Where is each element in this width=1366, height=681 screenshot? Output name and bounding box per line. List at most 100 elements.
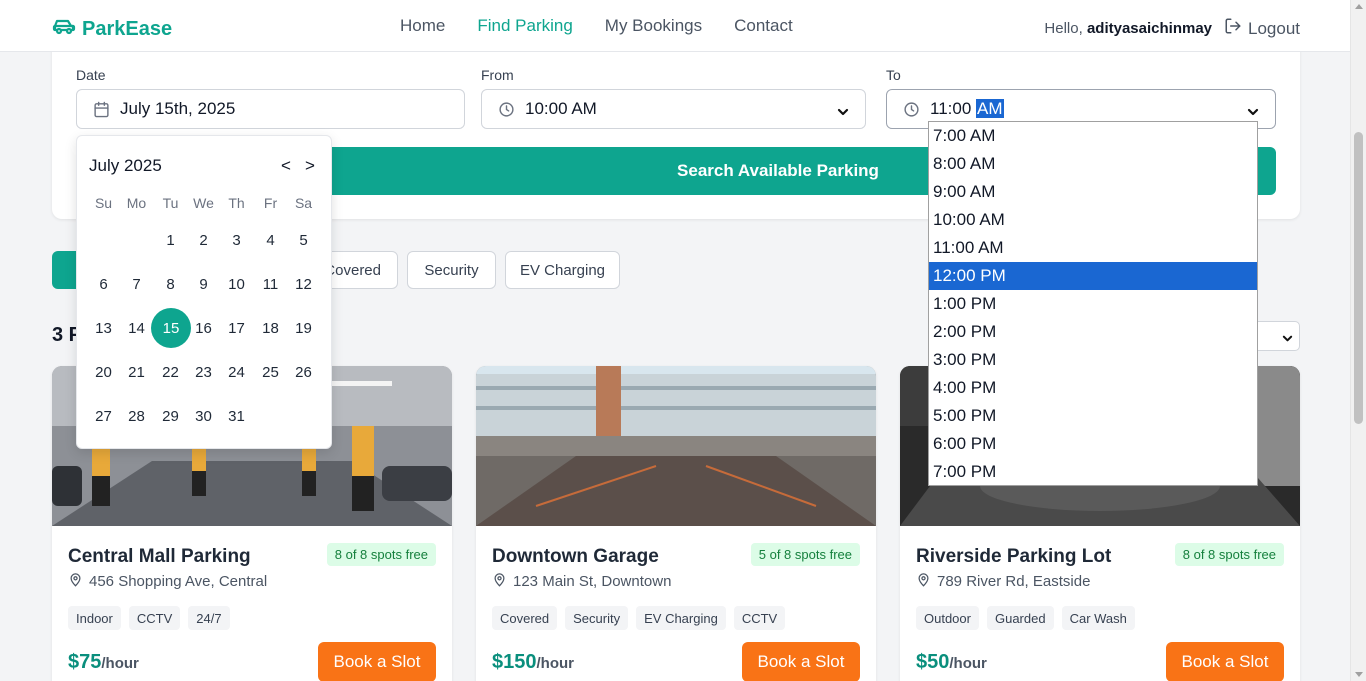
weekday-header: Mo bbox=[126, 195, 147, 211]
calendar-day[interactable]: 11 bbox=[254, 264, 287, 304]
calendar-day[interactable]: 14 bbox=[120, 308, 153, 348]
map-pin-icon bbox=[492, 572, 507, 591]
amenity-tag: CCTV bbox=[733, 606, 786, 630]
calendar-day[interactable]: 30 bbox=[187, 396, 220, 436]
brand-name: ParkEase bbox=[82, 17, 173, 40]
nav-home[interactable]: Home bbox=[400, 16, 445, 36]
clock-icon bbox=[903, 101, 920, 118]
calendar-day[interactable]: 21 bbox=[120, 352, 153, 392]
time-option[interactable]: 8:00 AM bbox=[929, 150, 1257, 178]
calendar-day[interactable]: 6 bbox=[87, 264, 120, 304]
calendar-day[interactable]: 29 bbox=[154, 396, 187, 436]
chevron-down-icon bbox=[837, 103, 849, 123]
calendar-day[interactable]: 12 bbox=[287, 264, 320, 304]
amenity-tag: EV Charging bbox=[636, 606, 726, 630]
book-slot-button[interactable]: Book a Slot bbox=[1166, 642, 1284, 681]
calendar-day[interactable]: 16 bbox=[187, 308, 220, 348]
car-icon bbox=[52, 14, 76, 44]
clock-icon bbox=[498, 101, 515, 118]
calendar-day[interactable]: 28 bbox=[120, 396, 153, 436]
price: $150/hour bbox=[492, 651, 574, 673]
calendar-icon bbox=[93, 101, 110, 118]
time-option[interactable]: 7:00 PM bbox=[929, 458, 1257, 486]
parking-address: 456 Shopping Ave, Central bbox=[68, 572, 267, 591]
time-option[interactable]: 5:00 PM bbox=[929, 402, 1257, 430]
time-option[interactable]: 2:00 PM bbox=[929, 318, 1257, 346]
filter-chip-ev-charging[interactable]: EV Charging bbox=[505, 251, 620, 289]
top-navbar: ParkEase Home Find Parking My Bookings C… bbox=[0, 0, 1350, 52]
chevron-down-icon bbox=[1247, 103, 1259, 123]
calendar-day[interactable]: 2 bbox=[187, 220, 220, 260]
calendar-day[interactable]: 19 bbox=[287, 308, 320, 348]
parking-card: Downtown Garage 5 of 8 spots free 123 Ma… bbox=[476, 366, 876, 681]
time-option[interactable]: 4:00 PM bbox=[929, 374, 1257, 402]
calendar-day[interactable]: 24 bbox=[220, 352, 253, 392]
user-area: Hello, adityasaichinmay Logout bbox=[1044, 17, 1300, 40]
weekday-header: Sa bbox=[294, 195, 313, 211]
weekday-header: Th bbox=[228, 195, 245, 211]
time-option[interactable]: 10:00 AM bbox=[929, 206, 1257, 234]
time-option[interactable]: 12:00 PM bbox=[929, 262, 1257, 290]
calendar-day[interactable]: 13 bbox=[87, 308, 120, 348]
time-option[interactable]: 6:00 PM bbox=[929, 430, 1257, 458]
calendar-day[interactable]: 3 bbox=[220, 220, 253, 260]
calendar-day[interactable]: 9 bbox=[187, 264, 220, 304]
calendar-day[interactable]: 4 bbox=[254, 220, 287, 260]
selected-text: AM bbox=[976, 99, 1004, 118]
nav-find-parking[interactable]: Find Parking bbox=[477, 16, 572, 36]
parking-name[interactable]: Central Mall Parking bbox=[68, 546, 251, 568]
weekday-header: Tu bbox=[162, 195, 179, 211]
calendar-day[interactable]: 27 bbox=[87, 396, 120, 436]
parking-name[interactable]: Downtown Garage bbox=[492, 546, 659, 568]
amenity-tag: Indoor bbox=[68, 606, 121, 630]
filter-chip-security[interactable]: Security bbox=[407, 251, 496, 289]
calendar-day[interactable]: 18 bbox=[254, 308, 287, 348]
nav-my-bookings[interactable]: My Bookings bbox=[605, 16, 702, 36]
time-option[interactable]: 11:00 AM bbox=[929, 234, 1257, 262]
time-option[interactable]: 1:00 PM bbox=[929, 290, 1257, 318]
calendar-day[interactable]: 8 bbox=[154, 264, 187, 304]
date-input[interactable]: July 15th, 2025 bbox=[76, 89, 465, 129]
nav-contact[interactable]: Contact bbox=[734, 16, 793, 36]
calendar-day[interactable]: 1 bbox=[154, 220, 187, 260]
availability-badge: 5 of 8 spots free bbox=[750, 543, 860, 566]
book-slot-button[interactable]: Book a Slot bbox=[742, 642, 860, 681]
calendar-day[interactable]: 20 bbox=[87, 352, 120, 392]
scroll-down-arrow[interactable] bbox=[1355, 672, 1363, 677]
calendar-day[interactable]: 10 bbox=[220, 264, 253, 304]
amenity-tags: Covered Security EV Charging CCTV bbox=[492, 606, 786, 630]
weekday-header: We bbox=[193, 195, 214, 211]
availability-badge: 8 of 8 spots free bbox=[326, 543, 436, 566]
time-option[interactable]: 7:00 AM bbox=[929, 122, 1257, 150]
brand-logo[interactable]: ParkEase bbox=[52, 14, 172, 44]
amenity-tags: Indoor CCTV 24/7 bbox=[68, 606, 230, 630]
chevron-down-icon bbox=[1282, 331, 1293, 349]
calendar-day[interactable]: 7 bbox=[120, 264, 153, 304]
calendar-day[interactable]: 22 bbox=[154, 352, 187, 392]
to-time-dropdown-list: 7:00 AM 8:00 AM 9:00 AM 10:00 AM 11:00 AM 12:… bbox=[928, 121, 1258, 486]
time-option[interactable]: 3:00 PM bbox=[929, 346, 1257, 374]
calendar-day[interactable]: 26 bbox=[287, 352, 320, 392]
scrollbar-thumb[interactable] bbox=[1354, 132, 1363, 424]
calendar-day[interactable]: 17 bbox=[220, 308, 253, 348]
logout-icon bbox=[1224, 17, 1242, 40]
amenity-tag: Guarded bbox=[986, 606, 1054, 630]
calendar-day[interactable]: 25 bbox=[254, 352, 287, 392]
from-time-select[interactable]: 10:00 AM bbox=[481, 89, 866, 129]
scroll-up-arrow[interactable] bbox=[1355, 4, 1363, 9]
parking-name[interactable]: Riverside Parking Lot bbox=[916, 546, 1111, 568]
page-scrollbar[interactable] bbox=[1350, 0, 1366, 681]
book-slot-button[interactable]: Book a Slot bbox=[318, 642, 436, 681]
calendar-day[interactable]: 5 bbox=[287, 220, 320, 260]
logout-button[interactable]: Logout bbox=[1224, 17, 1300, 40]
time-option[interactable]: 9:00 AM bbox=[929, 178, 1257, 206]
amenity-tag: Outdoor bbox=[916, 606, 979, 630]
nav-links: Home Find Parking My Bookings Contact bbox=[400, 16, 793, 36]
calendar-day[interactable]: 23 bbox=[187, 352, 220, 392]
amenity-tag: Car Wash bbox=[1061, 606, 1135, 630]
prev-month-button[interactable]: < bbox=[281, 156, 291, 176]
calendar-day[interactable]: 31 bbox=[220, 396, 253, 436]
weekday-header: Fr bbox=[263, 195, 278, 211]
next-month-button[interactable]: > bbox=[305, 156, 315, 176]
calendar-day-selected[interactable]: 15 bbox=[151, 308, 191, 348]
